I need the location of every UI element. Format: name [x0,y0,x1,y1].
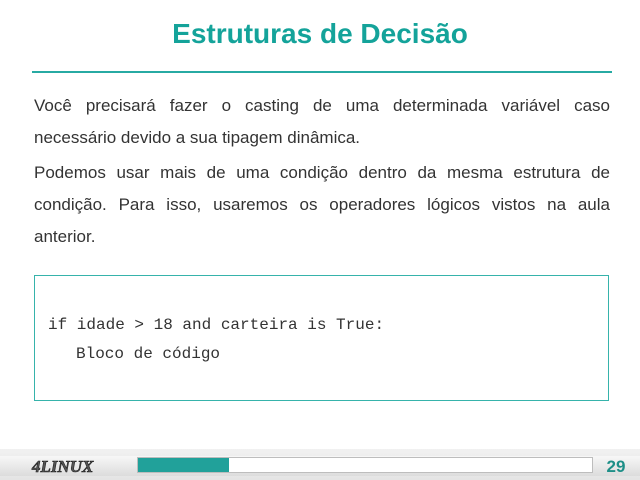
slide-progress-bar [137,457,593,473]
4linux-logo: 4LINUX [31,457,95,477]
code-line: Bloco de código [76,345,221,363]
code-line: if idade > 18 and carteira is True: [48,316,385,334]
body-paragraph: Podemos usar mais de uma condição dentro… [34,163,610,246]
body-paragraph: Você precisará fazer o casting de uma de… [34,96,610,147]
slide-progress-fill [138,458,229,472]
slide-title: Estruturas de Decisão [172,18,468,49]
svg-text:4LINUX: 4LINUX [31,457,94,476]
title-divider [32,71,612,73]
slide-body: Você precisará fazer o casting de uma de… [34,90,610,256]
page-number: 29 [606,457,626,476]
code-block: if idade > 18 and carteira is True: Bloc… [34,275,609,401]
